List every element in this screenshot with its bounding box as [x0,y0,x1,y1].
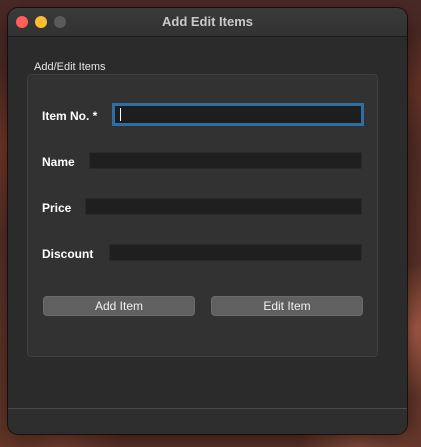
status-bar [8,408,407,434]
edit-item-button[interactable]: Edit Item [211,296,363,316]
name-label: Name [42,155,75,169]
add-item-button[interactable]: Add Item [43,296,195,316]
add-edit-items-group: Item No. * Name Price Discount Add Item … [27,74,378,357]
window-title: Add Edit Items [161,14,253,29]
price-label: Price [42,201,72,215]
item-no-label: Item No. * [42,109,98,123]
discount-field[interactable] [109,244,362,261]
discount-label: Discount [42,247,94,261]
text-cursor [120,108,121,121]
name-field[interactable] [89,152,362,169]
price-field[interactable] [85,198,362,215]
item-no-field[interactable] [112,103,364,126]
title-bar[interactable]: Add Edit Items [8,8,407,37]
group-box-label: Add/Edit Items [34,61,106,73]
app-window: Add Edit Items Add/Edit Items Item No. *… [8,8,407,434]
